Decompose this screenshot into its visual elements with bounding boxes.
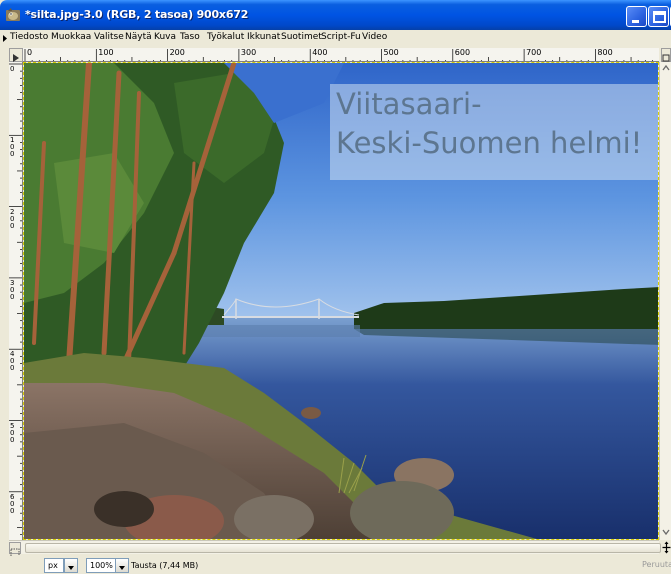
menu-bar: Tiedosto Muokkaa Valitse Näytä Kuva Taso Työka… xyxy=(0,30,671,47)
ruler-ticks xyxy=(9,63,22,535)
ruler-label: 300 xyxy=(10,278,15,301)
maximize-icon xyxy=(653,11,666,23)
image-canvas[interactable]: Viitasaari- Keski-Suomen helmi! xyxy=(23,62,659,540)
window-title: *silta.jpg-3.0 (RGB, 2 tasoa) 900x672 xyxy=(25,8,249,21)
zoom-select-arrow[interactable] xyxy=(115,558,129,573)
overlay-text-line-1: Viitasaari- xyxy=(336,87,482,121)
horizontal-scrollbar[interactable] xyxy=(9,540,661,558)
ruler-label: 700 xyxy=(526,48,542,57)
ruler-label: 600 xyxy=(454,48,471,57)
menu-item-tiedosto[interactable]: Tiedosto xyxy=(10,32,48,42)
cancel-button[interactable]: Peruuta xyxy=(640,558,671,573)
status-message: Tausta (7,44 MB) xyxy=(131,561,199,570)
menu-item-video[interactable]: Video xyxy=(362,32,387,42)
ruler-label: 400 xyxy=(10,350,15,373)
overlay-text-line-2: Keski-Suomen helmi! xyxy=(336,126,643,160)
chevron-down-icon xyxy=(119,566,125,570)
menu-item-ikkunat[interactable]: Ikkunat xyxy=(247,32,280,42)
gimp-image-window: *silta.jpg-3.0 (RGB, 2 tasoa) 900x672 Ti… xyxy=(0,0,671,574)
minimize-button[interactable] xyxy=(626,6,647,27)
status-bar: px 100% Tausta (7,44 MB) Peruuta xyxy=(0,556,671,574)
navigate-icon[interactable] xyxy=(662,541,671,554)
menu-item-suotimet[interactable]: Suotimet xyxy=(281,32,322,42)
ruler-label: 300 xyxy=(240,48,257,57)
ruler-ticks xyxy=(24,49,653,61)
minimize-icon xyxy=(632,20,639,23)
ruler-corner-button[interactable] xyxy=(9,48,23,62)
ruler-label: 500 xyxy=(383,48,399,57)
scroll-up-icon[interactable] xyxy=(660,62,671,74)
unit-select[interactable]: px xyxy=(44,558,64,573)
ruler-label: 100 xyxy=(98,48,114,57)
ruler-label: 200 xyxy=(169,48,185,57)
ruler-label: 400 xyxy=(312,48,328,57)
scroll-down-icon[interactable] xyxy=(660,526,671,538)
menu-item-näytä[interactable]: Näytä xyxy=(125,32,152,42)
menu-item-muokkaa[interactable]: Muokkaa xyxy=(51,32,91,42)
ruler-label: 500 xyxy=(10,421,15,444)
ruler-label: 0 xyxy=(27,48,33,57)
zoom-select[interactable]: 100% xyxy=(86,558,116,573)
quick-mask-button[interactable] xyxy=(9,542,21,558)
title-bar[interactable]: *silta.jpg-3.0 (RGB, 2 tasoa) 900x672 xyxy=(0,0,671,30)
maximize-button[interactable] xyxy=(648,6,669,27)
menu-item-script-fu[interactable]: Script-Fu xyxy=(321,32,361,42)
ruler-label: 200 xyxy=(10,207,15,230)
ruler-label: 800 xyxy=(597,48,613,57)
menu-item-tykalut[interactable]: Työkalut xyxy=(207,32,244,42)
menu-item-kuva[interactable]: Kuva xyxy=(154,32,176,42)
zoom-to-fit-button[interactable] xyxy=(661,48,671,62)
ruler-label: 0 xyxy=(10,65,15,73)
menu-arrow-icon[interactable] xyxy=(2,34,8,43)
menu-item-valitse[interactable]: Valitse xyxy=(94,32,124,42)
unit-select-arrow[interactable] xyxy=(64,558,78,573)
vertical-ruler[interactable]: 0 100 200 300 400 500 600 xyxy=(9,62,23,540)
chevron-down-icon xyxy=(68,566,74,570)
menu-item-taso[interactable]: Taso xyxy=(180,32,200,42)
horizontal-ruler[interactable]: 0 100 200 300 400 500 600 700 800 xyxy=(23,48,659,62)
gimp-wilber-icon xyxy=(6,8,20,21)
ruler-label: 600 xyxy=(10,492,15,515)
horizontal-scroll-thumb[interactable] xyxy=(25,543,661,553)
ruler-label: 100 xyxy=(10,136,15,159)
vertical-scrollbar[interactable] xyxy=(659,62,671,540)
